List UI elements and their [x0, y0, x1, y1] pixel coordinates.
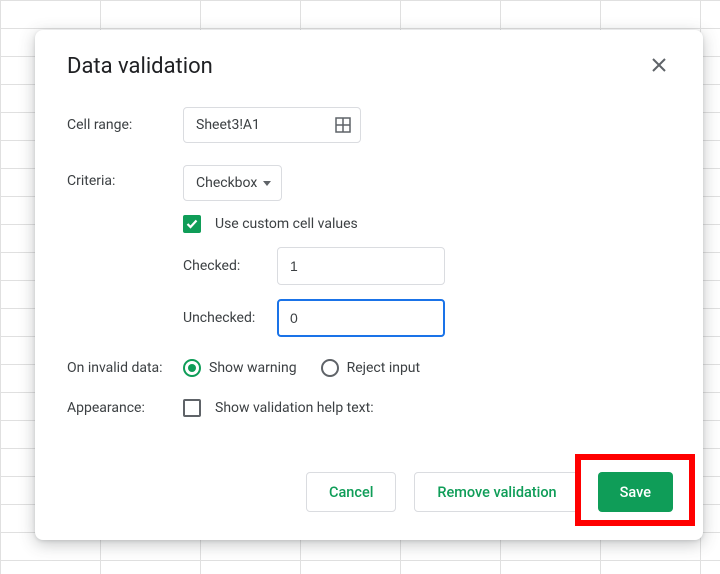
checked-value-input[interactable]	[277, 247, 445, 285]
dialog-footer: Cancel Remove validation Save	[306, 472, 673, 512]
close-button[interactable]	[647, 55, 671, 79]
unchecked-value-input[interactable]	[277, 299, 445, 337]
data-validation-dialog: Data validation Cell range: Sheet3!A1 Cr…	[35, 30, 703, 540]
cancel-button[interactable]: Cancel	[306, 472, 396, 512]
appearance-row: Appearance: Show validation help text:	[67, 399, 671, 417]
use-custom-label: Use custom cell values	[215, 216, 358, 232]
cell-range-row: Cell range: Sheet3!A1	[67, 107, 671, 143]
criteria-value: Checkbox	[196, 175, 257, 191]
appearance-content: Show validation help text:	[183, 399, 374, 417]
cell-range-input[interactable]: Sheet3!A1	[183, 107, 361, 143]
criteria-select[interactable]: Checkbox	[183, 165, 282, 201]
radio-icon	[321, 359, 339, 377]
dialog-header: Data validation	[67, 54, 671, 79]
cell-range-label: Cell range:	[67, 117, 183, 133]
unchecked-label: Unchecked:	[183, 310, 277, 326]
checked-value-row: Checked:	[183, 247, 445, 285]
appearance-help-checkbox[interactable]	[183, 399, 201, 417]
on-invalid-radios: Show warning Reject input	[183, 359, 420, 377]
criteria-label: Criteria:	[67, 165, 183, 189]
on-invalid-label: On invalid data:	[67, 360, 183, 376]
grid-select-icon[interactable]	[334, 116, 352, 134]
checked-label: Checked:	[183, 258, 277, 274]
radio-label-show-warning: Show warning	[209, 360, 297, 376]
dialog-title: Data validation	[67, 54, 213, 79]
radio-icon	[183, 359, 201, 377]
radio-show-warning[interactable]: Show warning	[183, 359, 297, 377]
close-icon	[651, 57, 667, 77]
remove-validation-button[interactable]: Remove validation	[414, 472, 579, 512]
appearance-label: Appearance:	[67, 400, 183, 416]
appearance-help-label: Show validation help text:	[215, 400, 374, 416]
check-icon	[185, 217, 199, 231]
use-custom-checkbox[interactable]	[183, 215, 201, 233]
radio-reject-input[interactable]: Reject input	[321, 359, 421, 377]
criteria-row: Criteria: Checkbox Use custom cell value…	[67, 165, 671, 337]
dropdown-icon	[263, 181, 271, 186]
on-invalid-row: On invalid data: Show warning Reject inp…	[67, 359, 671, 377]
cell-range-value: Sheet3!A1	[196, 117, 260, 133]
use-custom-row: Use custom cell values	[183, 215, 445, 233]
criteria-content: Checkbox Use custom cell values Checked:…	[183, 165, 445, 337]
unchecked-value-row: Unchecked:	[183, 299, 445, 337]
save-button[interactable]: Save	[598, 472, 673, 512]
radio-label-reject-input: Reject input	[347, 360, 421, 376]
